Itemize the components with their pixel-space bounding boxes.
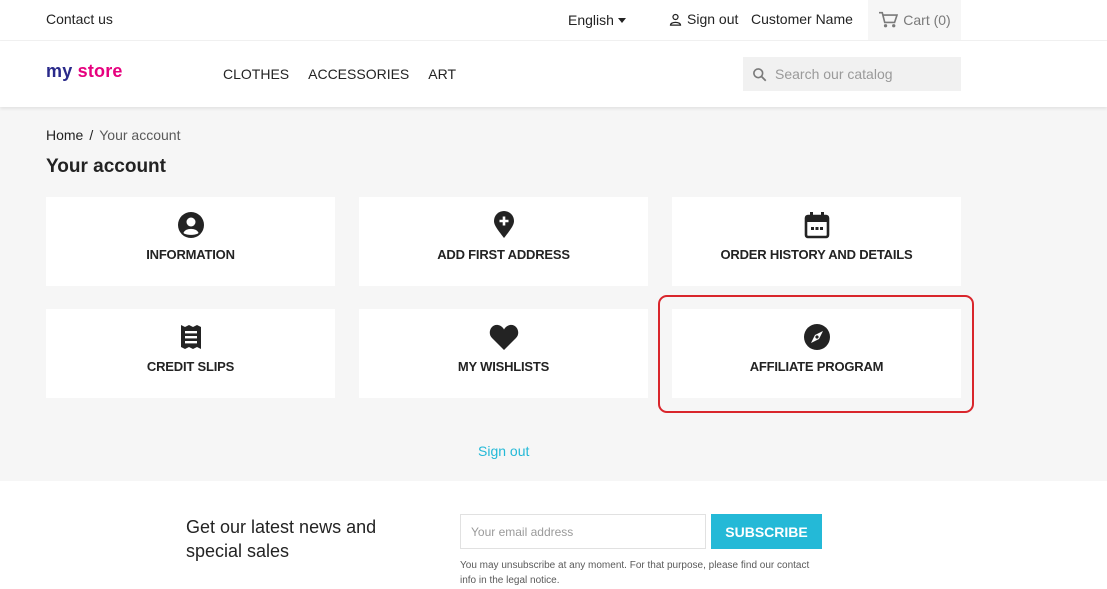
top-bar: Contact us English Sign out Customer Nam…	[0, 0, 1107, 41]
order-history-label: ORDER HISTORY AND DETAILS	[720, 247, 913, 262]
information-card[interactable]: INFORMATION	[46, 197, 335, 286]
user-icon	[669, 13, 682, 26]
newsletter-disclaimer: You may unsubscribe at any moment. For t…	[460, 560, 810, 586]
affiliate-highlight-outline	[658, 295, 974, 413]
caret-down-icon	[617, 18, 626, 23]
heart-icon	[489, 324, 518, 350]
sign-out-link[interactable]: Sign out	[478, 443, 529, 459]
cart-label: Cart (0)	[903, 12, 951, 28]
add-address-label: ADD FIRST ADDRESS	[437, 247, 570, 262]
breadcrumb-home[interactable]: Home	[46, 127, 83, 143]
account-panel: Home / Your account Your account INFORMATI…	[0, 107, 1107, 481]
cart-button[interactable]: Cart (0)	[868, 0, 961, 40]
customer-name-link[interactable]: Customer Name	[751, 11, 853, 27]
search-input[interactable]: Search our catalog	[775, 66, 893, 82]
wishlists-card[interactable]: MY WISHLISTS	[359, 309, 648, 398]
subscribe-button[interactable]: SUBSCRIBE	[711, 514, 822, 549]
email-field[interactable]: Your email address	[460, 514, 706, 549]
credit-slips-card[interactable]: CREDIT SLIPS	[46, 309, 335, 398]
main-nav: CLOTHES ACCESSORIES ART	[223, 66, 456, 82]
user-circle-icon	[177, 212, 204, 238]
search-box[interactable]: Search our catalog	[743, 57, 961, 91]
receipt-icon	[180, 325, 201, 349]
search-icon	[753, 67, 767, 81]
calendar-icon	[804, 212, 829, 239]
contact-us-link[interactable]: Contact us	[46, 11, 113, 27]
newsletter-title: Get our latest news and special sales	[186, 517, 377, 561]
nav-accessories[interactable]: ACCESSORIES	[308, 66, 409, 82]
nav-art[interactable]: ART	[428, 66, 456, 82]
email-placeholder: Your email address	[471, 524, 574, 539]
add-location-icon	[493, 211, 514, 238]
language-label: English	[568, 12, 614, 28]
sign-out-top-link[interactable]: Sign out	[668, 11, 738, 27]
nav-clothes[interactable]: CLOTHES	[223, 66, 289, 82]
main-header: my store CLOTHES ACCESSORIES ART Search …	[0, 41, 1107, 107]
page-title: Your account	[46, 156, 166, 177]
cart-icon	[879, 11, 899, 28]
breadcrumb-current: Your account	[99, 127, 181, 143]
information-label: INFORMATION	[146, 247, 235, 262]
breadcrumb: Home / Your account	[46, 127, 180, 143]
add-address-card[interactable]: ADD FIRST ADDRESS	[359, 197, 648, 286]
wishlists-label: MY WISHLISTS	[457, 359, 550, 374]
breadcrumb-separator: /	[89, 127, 94, 143]
language-selector[interactable]: English	[568, 12, 626, 28]
credit-slips-label: CREDIT SLIPS	[146, 359, 235, 374]
sign-out-label: Sign out	[687, 11, 739, 27]
store-logo[interactable]: my store	[46, 61, 123, 82]
order-history-card[interactable]: ORDER HISTORY AND DETAILS	[672, 197, 961, 286]
